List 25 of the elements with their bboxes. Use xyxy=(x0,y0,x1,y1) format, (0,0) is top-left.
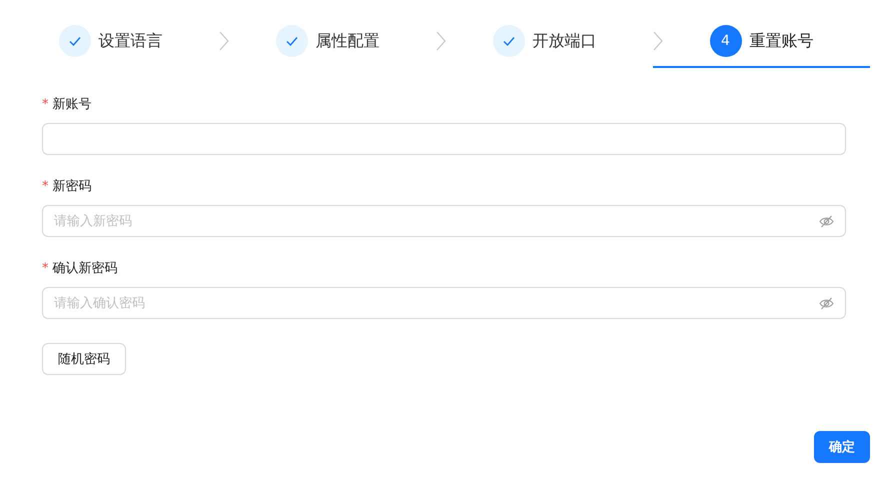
step-label: 设置语言 xyxy=(98,30,162,52)
field-label: 新账号 xyxy=(52,96,92,114)
required-mark: * xyxy=(42,96,48,114)
step-label: 重置账号 xyxy=(750,30,814,52)
eye-hidden-icon[interactable] xyxy=(819,215,834,228)
required-mark: * xyxy=(42,178,48,196)
step-tab[interactable]: 开放端口 xyxy=(436,25,653,68)
step-tab[interactable]: 属性配置 xyxy=(219,25,436,68)
field-label: 确认新密码 xyxy=(52,260,118,278)
step-tab[interactable]: 设置语言 xyxy=(2,25,219,68)
required-mark: * xyxy=(42,260,48,278)
input-field[interactable]: 请输入新密码 xyxy=(42,205,846,237)
eye-hidden-icon[interactable] xyxy=(819,297,834,310)
input-field[interactable]: 请输入确认密码 xyxy=(42,287,846,319)
step-label: 属性配置 xyxy=(316,30,380,52)
step-tab[interactable]: 4 重置账号 xyxy=(653,25,870,68)
chevron-icon xyxy=(653,31,663,51)
chevron-icon xyxy=(436,31,446,51)
random-password-button[interactable]: 随机密码 xyxy=(42,343,126,375)
input-field[interactable] xyxy=(42,123,846,155)
chevron-icon xyxy=(219,31,229,51)
step-label: 开放端口 xyxy=(532,30,596,52)
field-label: 新密码 xyxy=(52,178,92,196)
step-number: 4 xyxy=(710,25,742,57)
confirm-button[interactable]: 确定 xyxy=(814,431,870,463)
